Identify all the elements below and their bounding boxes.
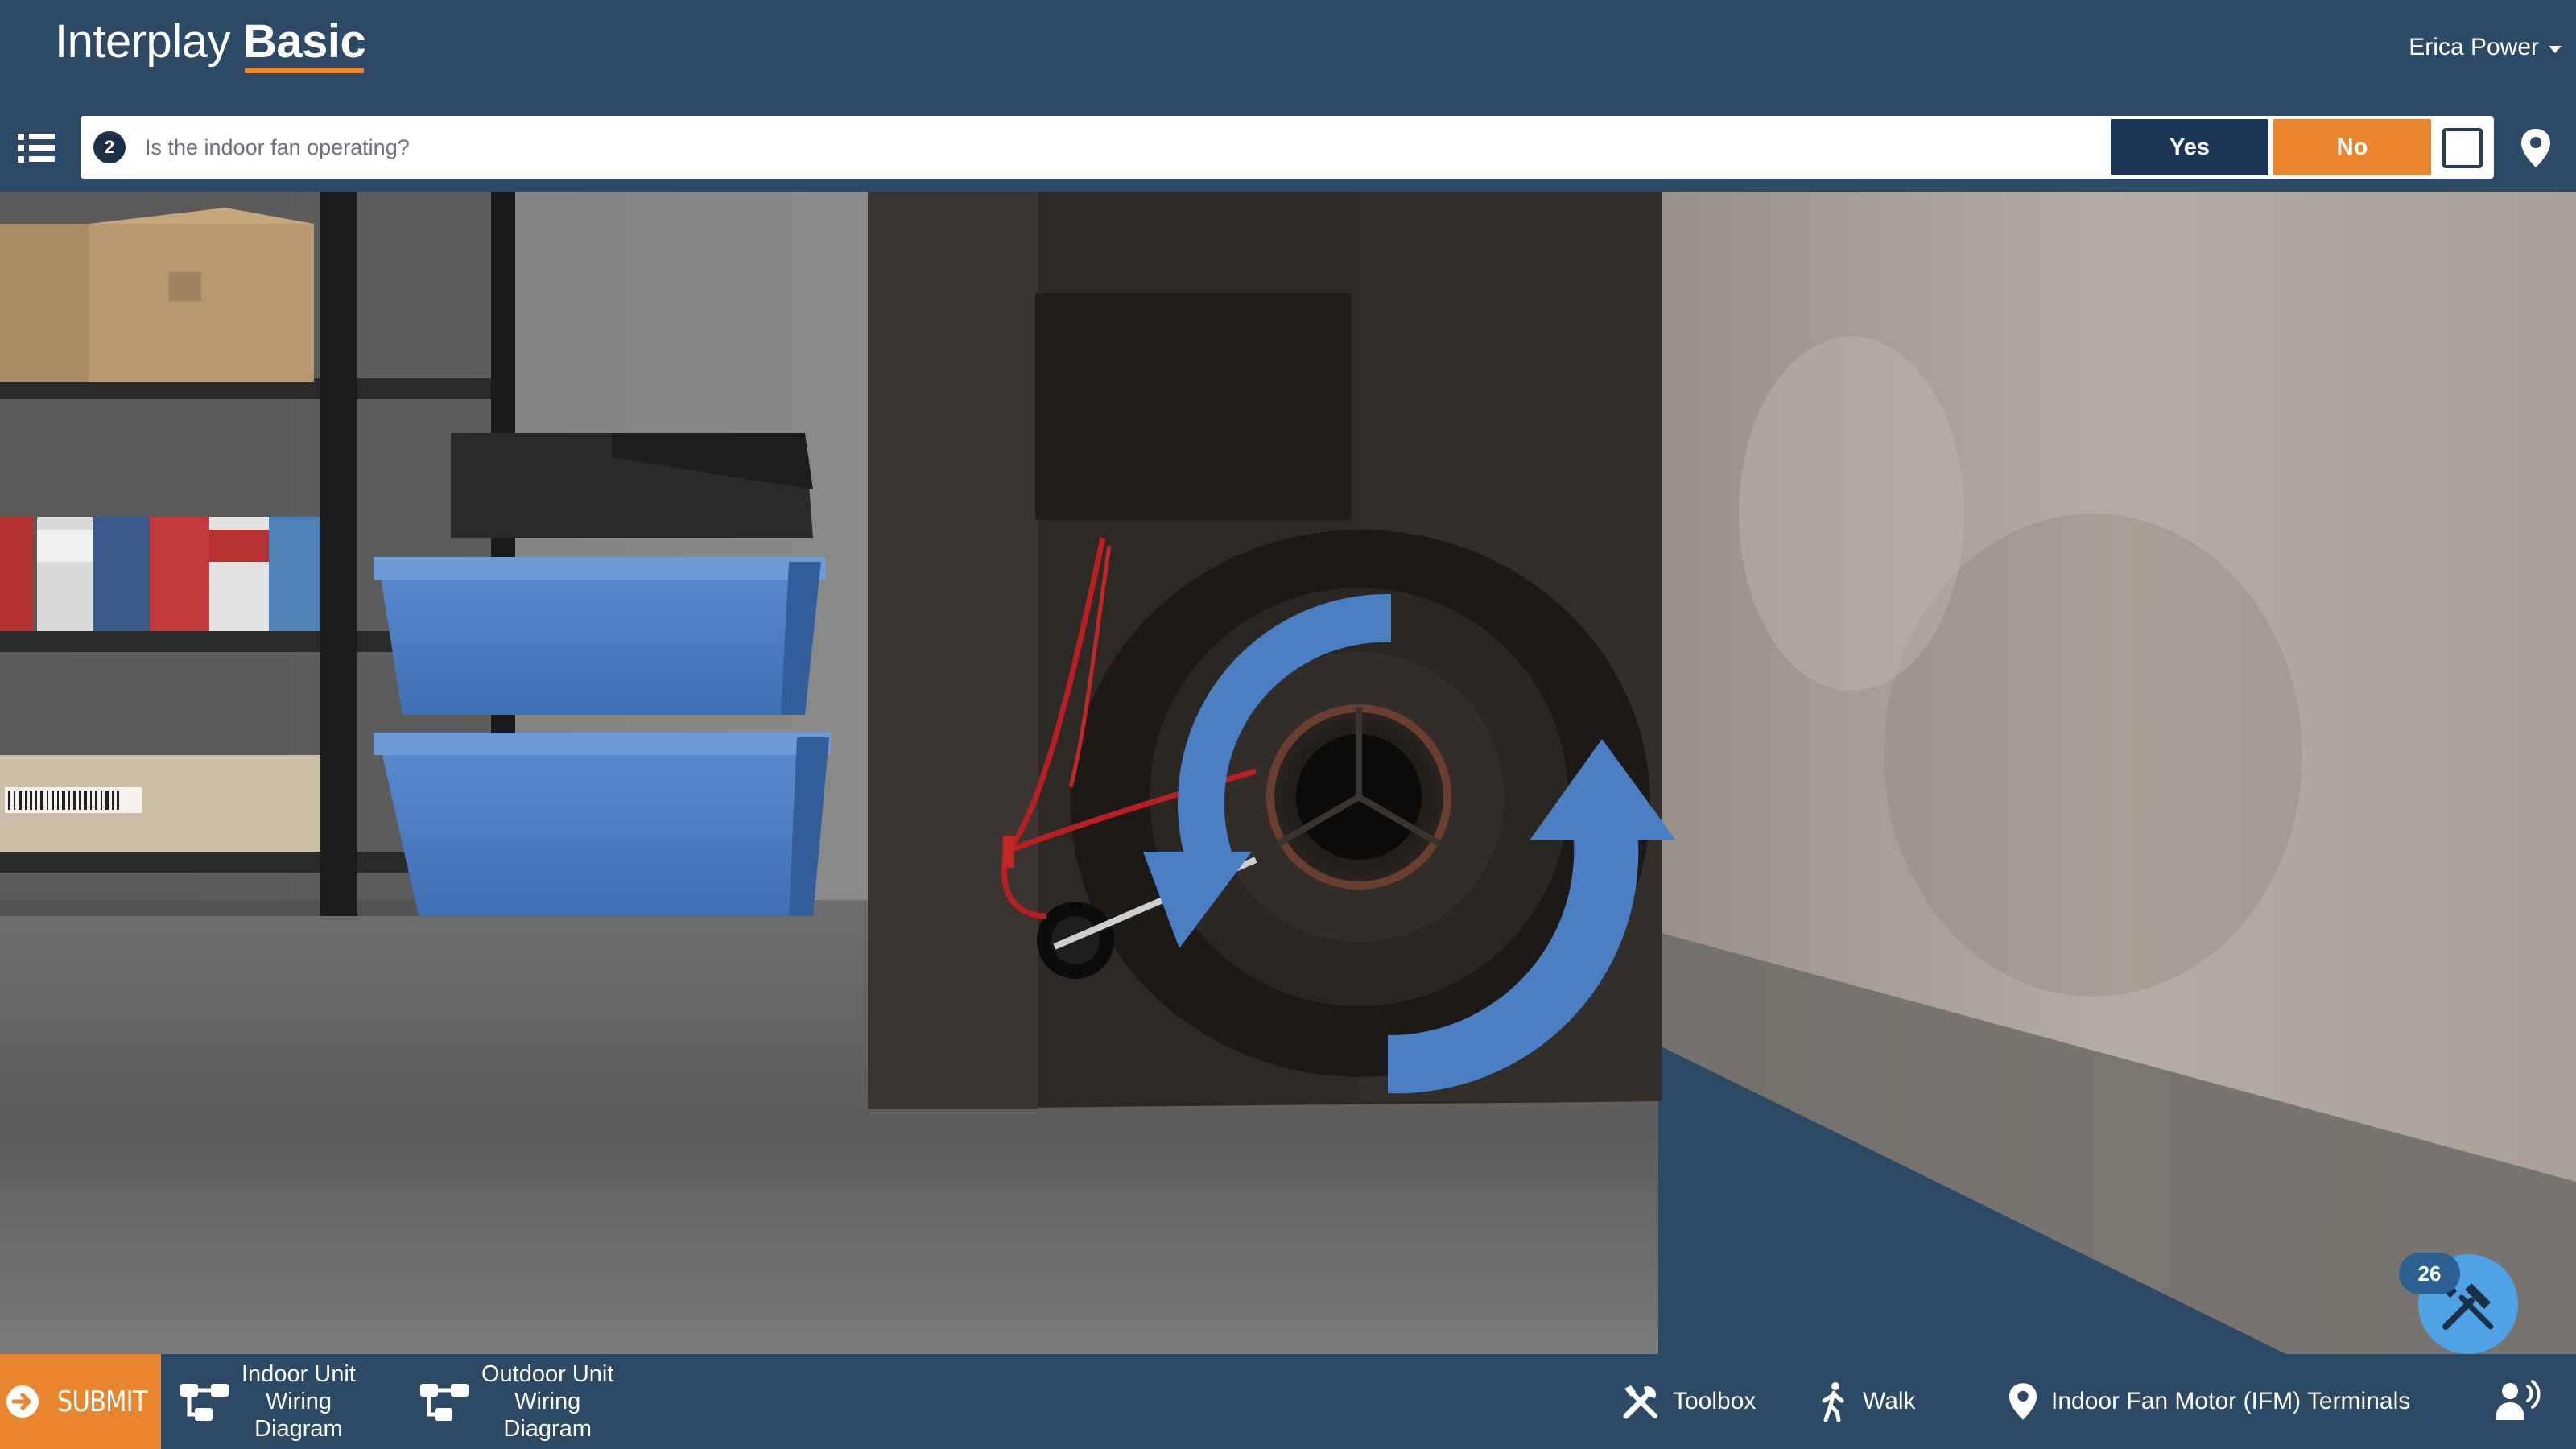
question-bar: 2 Is the indoor fan operating? Yes No	[0, 103, 2576, 192]
simulation-viewport[interactable]	[0, 192, 2576, 1354]
walking-person-icon	[1822, 1382, 1844, 1422]
outdoor-diagram-label-line3: Diagram	[503, 1416, 592, 1442]
scene-render	[0, 192, 2576, 1354]
answer-checkbox[interactable]	[2442, 128, 2483, 168]
question-text: Is the indoor fan operating?	[145, 135, 410, 159]
app-logo: Interplay Basic	[55, 14, 366, 79]
walk-label: Walk	[1863, 1388, 1916, 1414]
user-menu[interactable]: Erica Power	[2409, 34, 2562, 61]
question-box: 2 Is the indoor fan operating? Yes No	[80, 116, 2494, 179]
chevron-down-icon	[2549, 45, 2562, 53]
toolbox-button[interactable]: Toolbox	[1621, 1354, 1756, 1449]
top-header: Interplay Basic Erica Power	[0, 0, 2576, 103]
speaking-person-icon[interactable]	[2496, 1380, 2544, 1422]
map-pin-icon	[2008, 1383, 2037, 1420]
diagram-icon	[420, 1384, 469, 1421]
tools-count-badge: 26	[2399, 1253, 2460, 1294]
outdoor-diagram-label-line2: Wiring	[514, 1389, 581, 1414]
indoor-diagram-label-line3: Diagram	[254, 1416, 343, 1442]
user-name: Erica Power	[2409, 34, 2539, 60]
diagram-icon	[180, 1384, 229, 1421]
no-button[interactable]: No	[2273, 119, 2431, 175]
list-icon[interactable]	[18, 132, 60, 164]
question-number-badge: 2	[93, 131, 126, 163]
bottom-toolbar: SUBMIT Indoor Unit Wiring Diagram Outdoo…	[0, 1354, 2576, 1449]
brand-name-light: Interplay	[55, 15, 230, 68]
wrench-screwdriver-icon	[1623, 1385, 1657, 1419]
location-label: Indoor Fan Motor (IFM) Terminals	[2051, 1388, 2411, 1414]
walk-button[interactable]: Walk	[1818, 1354, 1916, 1449]
yes-button[interactable]: Yes	[2111, 119, 2268, 175]
map-pin-icon[interactable]	[2520, 127, 2552, 169]
current-location-button[interactable]: Indoor Fan Motor (IFM) Terminals	[2008, 1354, 2410, 1449]
outdoor-unit-wiring-diagram-button[interactable]: Outdoor Unit Wiring Diagram	[419, 1354, 644, 1449]
indoor-diagram-label-line2: Wiring	[265, 1389, 332, 1414]
submit-label: SUBMIT	[57, 1385, 148, 1418]
brand-name-bold: Basic	[242, 15, 366, 73]
indoor-diagram-label-line1: Indoor Unit	[242, 1361, 356, 1387]
indoor-unit-wiring-diagram-button[interactable]: Indoor Unit Wiring Diagram	[179, 1354, 388, 1449]
arrow-circle-icon	[6, 1385, 39, 1418]
submit-button[interactable]: SUBMIT	[0, 1354, 161, 1449]
outdoor-diagram-label-line1: Outdoor Unit	[481, 1361, 614, 1387]
toolbox-label: Toolbox	[1673, 1388, 1757, 1414]
